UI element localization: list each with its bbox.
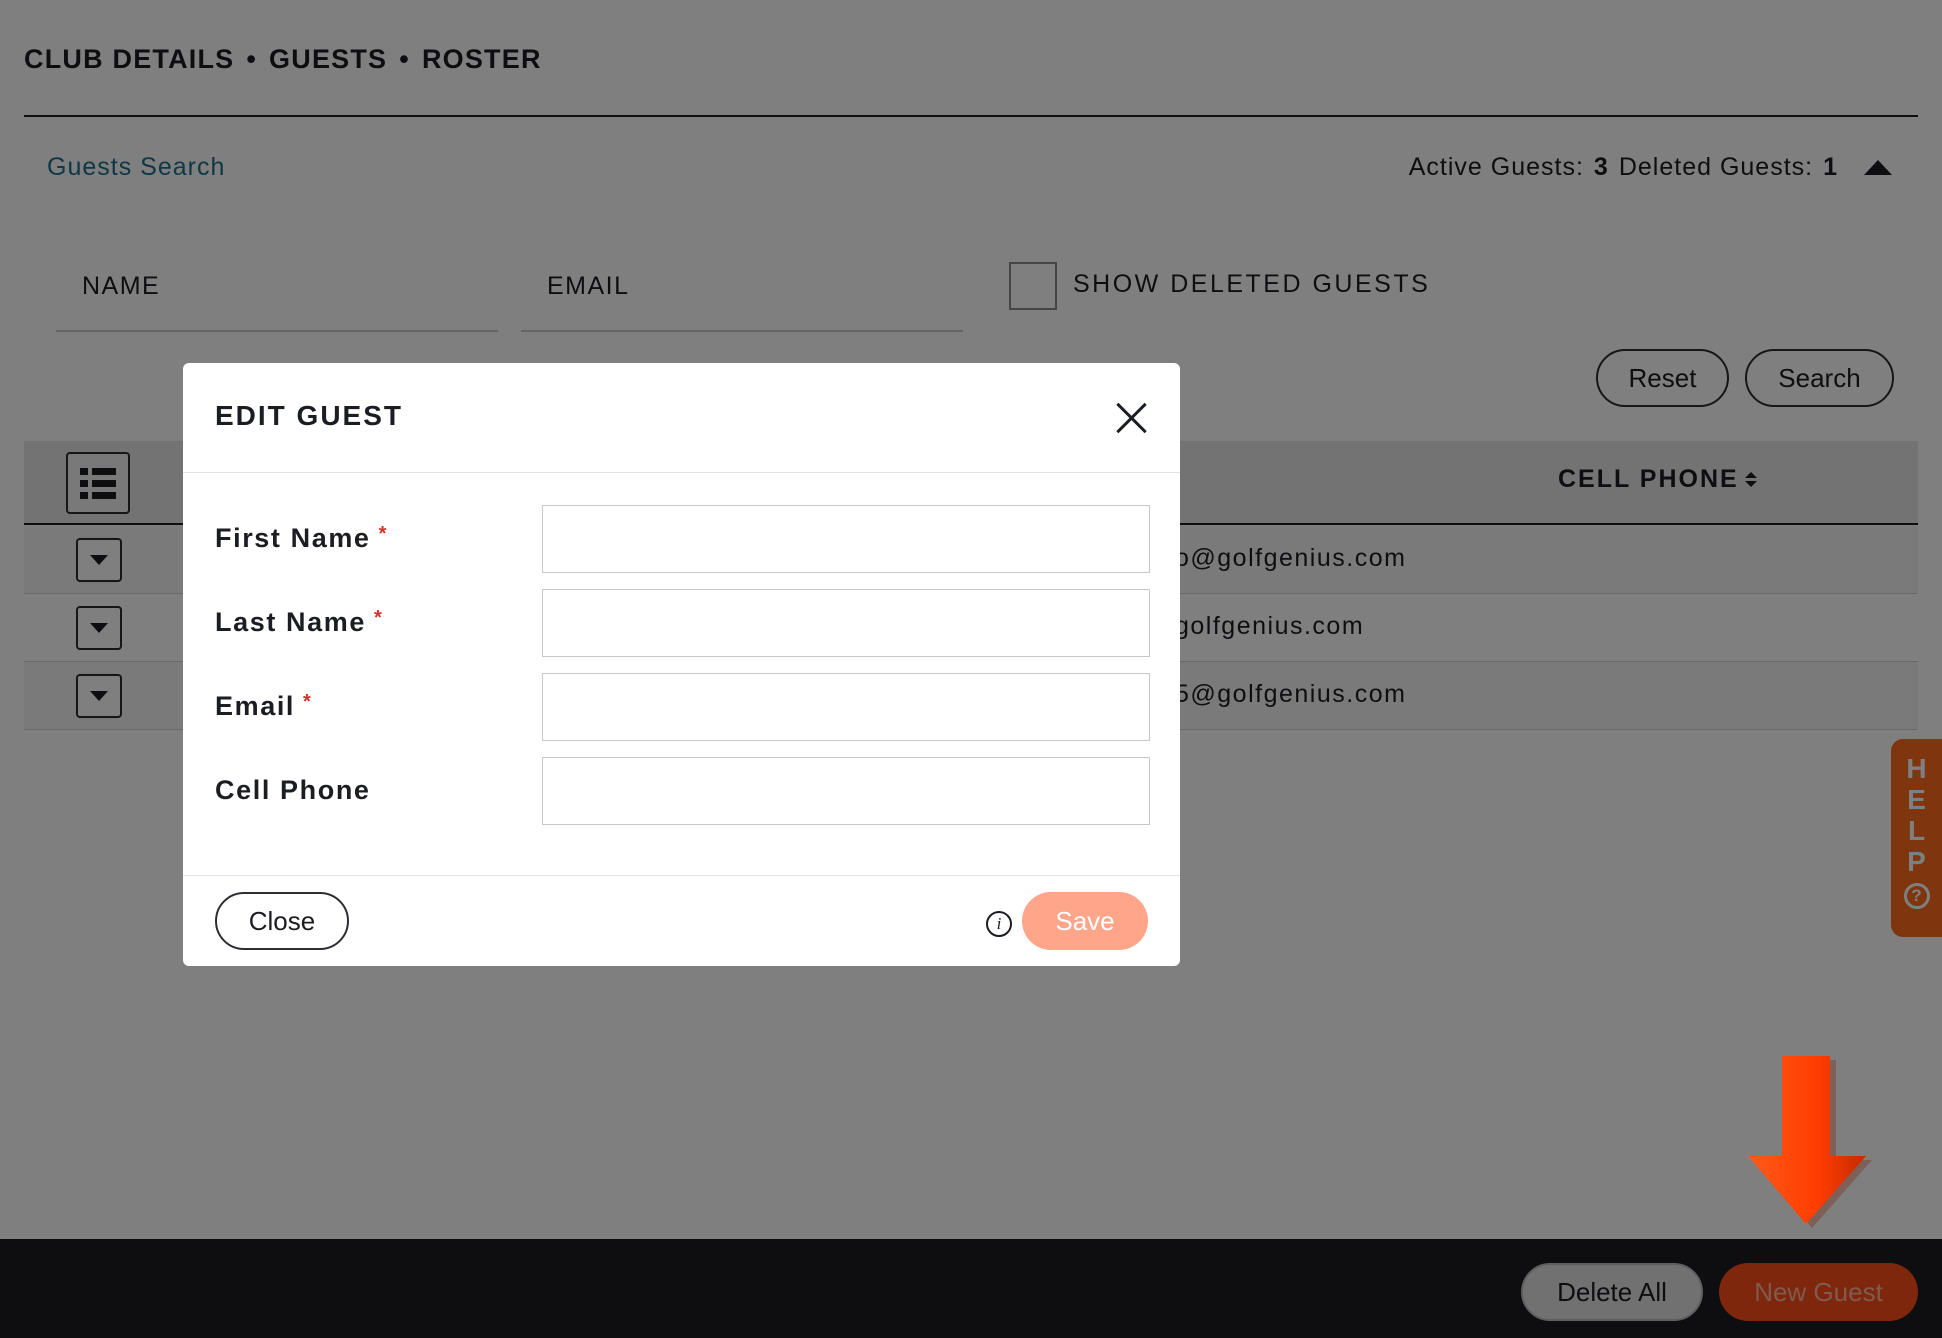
cell-phone-field[interactable] bbox=[542, 757, 1150, 825]
required-marker: * bbox=[303, 691, 313, 713]
close-button[interactable]: Close bbox=[215, 892, 349, 950]
modal-title: EDIT GUEST bbox=[215, 400, 404, 431]
modal-footer: Close i Save bbox=[183, 875, 1180, 966]
edit-guest-modal: EDIT GUEST First Name * Last Name * Email *… bbox=[183, 363, 1180, 966]
last-name-row: Last Name * bbox=[215, 589, 1150, 657]
save-button[interactable]: Save bbox=[1022, 892, 1148, 950]
first-name-row: First Name * bbox=[215, 505, 1150, 573]
first-name-field[interactable] bbox=[542, 505, 1150, 573]
required-marker: * bbox=[378, 523, 388, 545]
email-label: Email * bbox=[215, 691, 313, 721]
last-name-field[interactable] bbox=[542, 589, 1150, 657]
info-icon[interactable]: i bbox=[986, 911, 1012, 937]
email-field[interactable] bbox=[542, 673, 1150, 741]
last-name-label: Last Name * bbox=[215, 607, 384, 637]
arrow-down-icon bbox=[1748, 1056, 1872, 1228]
first-name-label: First Name * bbox=[215, 523, 388, 553]
close-icon[interactable] bbox=[1114, 401, 1148, 435]
cell-phone-row: Cell Phone bbox=[215, 757, 1150, 825]
cell-phone-label: Cell Phone bbox=[215, 775, 371, 805]
modal-header: EDIT GUEST bbox=[183, 363, 1180, 473]
required-marker: * bbox=[373, 607, 384, 629]
email-row: Email * bbox=[215, 673, 1150, 741]
